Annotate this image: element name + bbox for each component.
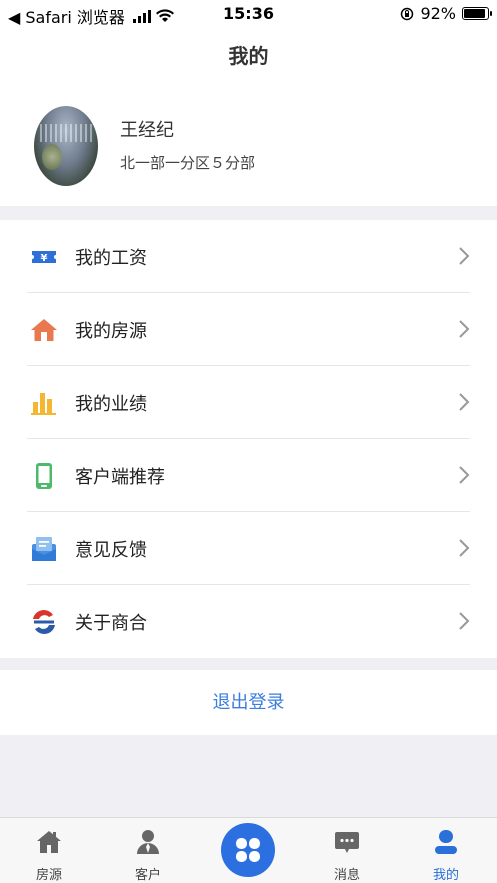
phone-icon — [36, 463, 52, 489]
bar-chart-icon — [31, 393, 56, 415]
chevron-right-icon — [459, 612, 470, 630]
page-title: 我的 — [0, 28, 497, 84]
menu-item-label: 我的业绩 — [75, 394, 147, 415]
tab-label: 我的 — [432, 868, 459, 883]
chevron-right-icon — [459, 247, 470, 265]
user-tab-icon — [435, 830, 457, 854]
house-tab-icon — [37, 831, 61, 853]
menu-item-label: 客户端推荐 — [75, 467, 165, 488]
message-bubble-icon — [335, 832, 359, 853]
user-department: 北一部一分区５分部 — [120, 154, 256, 172]
chevron-right-icon — [459, 393, 470, 411]
avatar[interactable] — [34, 106, 98, 186]
feedback-mail-icon — [32, 537, 56, 561]
user-name: 王经纪 — [120, 120, 174, 141]
menu-item-client-recommend[interactable]: 客户端推荐 — [0, 439, 497, 512]
chevron-right-icon — [459, 539, 470, 557]
tab-customers[interactable]: 客户 — [108, 818, 188, 883]
status-bar: ◀ Safari 浏览器 15:36 92% — [0, 0, 497, 28]
tab-label: 消息 — [333, 868, 360, 883]
battery-percent: 92% — [420, 4, 456, 23]
house-icon — [31, 319, 57, 341]
tab-listings[interactable]: 房源 — [9, 818, 89, 883]
center-action-button[interactable] — [221, 823, 275, 877]
menu-item-label: 我的房源 — [75, 321, 147, 342]
menu-item-label: 意见反馈 — [75, 540, 147, 561]
logout-button[interactable]: 退出登录 — [0, 670, 497, 735]
person-tab-icon — [137, 830, 159, 854]
menu-item-listings[interactable]: 我的房源 — [0, 293, 497, 366]
profile-card[interactable]: 王经纪 北一部一分区５分部 — [0, 84, 497, 206]
tab-label: 客户 — [134, 868, 161, 883]
brand-logo-icon — [33, 610, 55, 634]
tab-mine[interactable]: 我的 — [406, 818, 486, 883]
tab-bar: 房源 客户 消息 我的 — [0, 817, 497, 883]
menu-item-label: 关于商合 — [75, 613, 147, 634]
menu-item-feedback[interactable]: 意见反馈 — [0, 512, 497, 585]
chevron-right-icon — [459, 466, 470, 484]
tab-messages[interactable]: 消息 — [307, 818, 387, 883]
orientation-lock-icon — [401, 7, 414, 20]
menu-item-salary[interactable]: ¥ 我的工资 — [0, 220, 497, 293]
menu-item-performance[interactable]: 我的业绩 — [0, 366, 497, 439]
tab-label: 房源 — [35, 868, 62, 883]
clover-center-icon — [236, 838, 260, 862]
battery-icon — [462, 7, 492, 20]
svg-text:¥: ¥ — [41, 253, 48, 264]
menu-list: ¥ 我的工资 我的房源 我的业绩 客户端推荐 意见反馈 关于商合 — [0, 220, 497, 658]
salary-ticket-icon: ¥ — [32, 251, 56, 264]
chevron-right-icon — [459, 320, 470, 338]
menu-item-label: 我的工资 — [75, 248, 147, 269]
menu-item-about[interactable]: 关于商合 — [0, 585, 497, 658]
